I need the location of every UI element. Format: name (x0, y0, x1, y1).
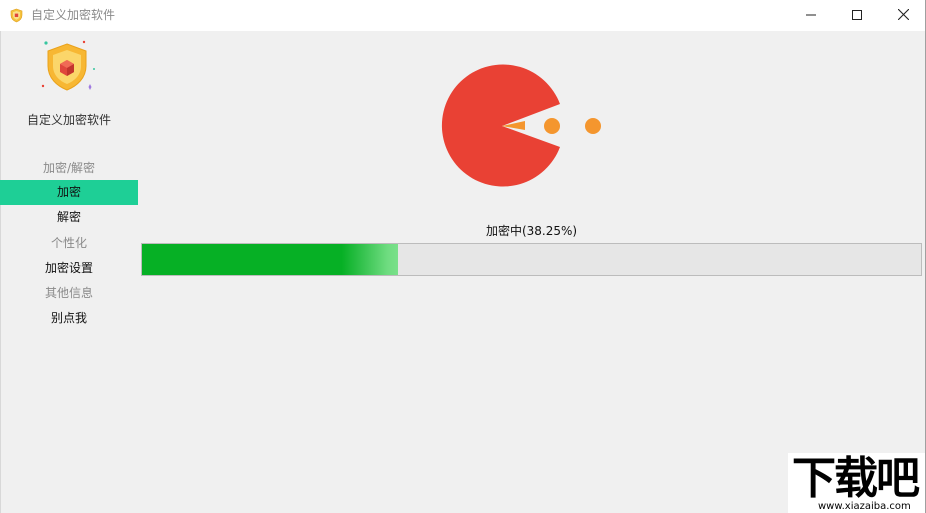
sidebar-section-other-info: 其他信息 (44, 286, 93, 300)
close-icon (897, 8, 909, 23)
minimize-button[interactable] (788, 0, 834, 31)
maximize-button[interactable] (834, 0, 880, 31)
sidebar-item-encrypt[interactable]: 加密 (0, 180, 138, 205)
sidebar-item-dont-click-me[interactable]: 别点我 (0, 306, 138, 331)
title-bar[interactable]: 自定义加密软件 (0, 0, 926, 31)
watermark-text: 下载吧 (792, 453, 920, 504)
pacman-shape (441, 64, 560, 187)
progress-bar-fill (142, 244, 398, 275)
watermark-logo: 下载吧 www.xiazaiba.com (788, 453, 926, 513)
window-title: 自定义加密软件 (31, 8, 116, 22)
sidebar-item-decrypt[interactable]: 解密 (0, 205, 138, 230)
sidebar: 自定义加密软件 加密/解密 加密 解密 个性化 加密设置 其他信息 别点我 (0, 31, 138, 513)
watermark-url: www.xiazaiba.com (818, 501, 911, 512)
sidebar-app-name: 自定义加密软件 (26, 113, 111, 127)
progress-bar (141, 243, 922, 276)
maximize-icon (852, 9, 862, 23)
food-dot (585, 118, 601, 134)
encrypting-animation (430, 60, 620, 195)
food-dot (544, 118, 560, 134)
sidebar-item-encrypt-settings[interactable]: 加密设置 (0, 256, 138, 281)
shield-app-icon (9, 8, 24, 23)
progress-label: 加密中(38.25%) (485, 224, 578, 238)
sidebar-section-personalize: 个性化 (50, 236, 87, 250)
minimize-icon (806, 9, 816, 23)
close-button[interactable] (880, 0, 926, 31)
shield-logo-icon (38, 39, 98, 95)
sidebar-section-encrypt-decrypt: 加密/解密 (42, 161, 96, 175)
